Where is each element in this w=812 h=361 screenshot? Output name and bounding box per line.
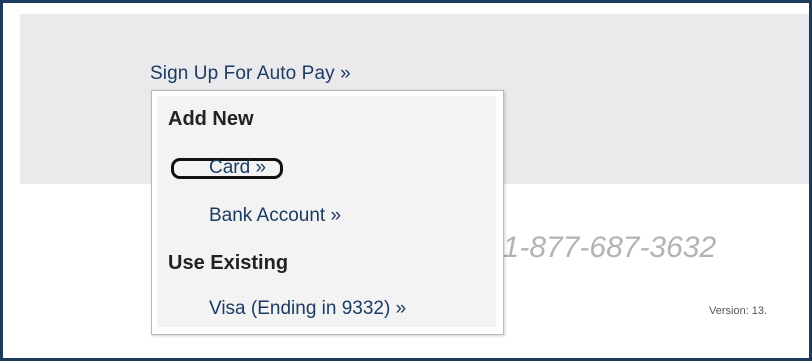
menu-item-bank-account[interactable]: Bank Account » [209,205,341,227]
phone-number-text: s: 1-877-687-3632 [471,231,717,264]
menu-item-card[interactable]: Card » [209,157,266,179]
add-new-heading: Add New [168,108,254,130]
auto-pay-dropdown-menu: Add New Card » Bank Account » Use Existi… [151,90,504,335]
version-text: Version: 13. [709,305,768,317]
menu-item-visa-9332[interactable]: Visa (Ending in 9332) » [209,298,406,320]
sign-up-auto-pay-link[interactable]: Sign Up For Auto Pay » [150,63,351,85]
use-existing-heading: Use Existing [168,252,289,274]
page-frame: Sign Up For Auto Pay » s: 1-877-687-3632… [0,0,812,361]
dropdown-panel: Add New Card » Bank Account » Use Existi… [157,96,496,327]
